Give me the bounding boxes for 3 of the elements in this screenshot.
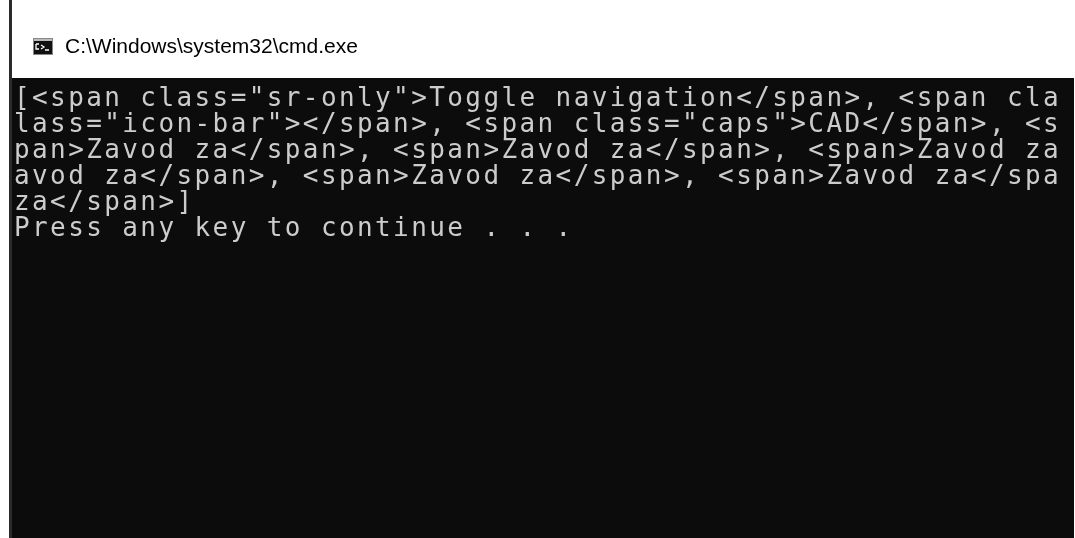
console-line: [<span class="sr-only">Toggle navigation</span>, <span cla xyxy=(14,84,1063,110)
console-icon xyxy=(33,37,53,55)
window-title: C:\Windows\system32\cmd.exe xyxy=(65,34,358,58)
